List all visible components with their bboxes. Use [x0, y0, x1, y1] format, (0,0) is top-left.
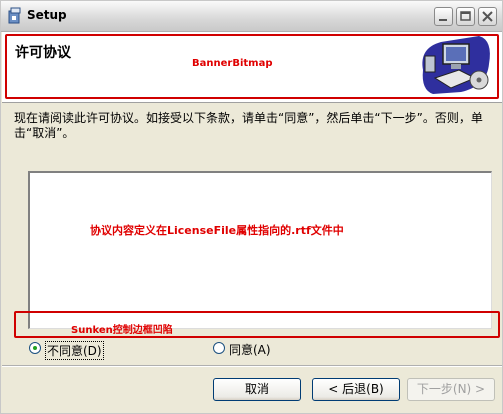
- close-button[interactable]: [478, 7, 497, 26]
- cancel-button[interactable]: 取消: [213, 378, 301, 401]
- window-title: Setup: [27, 8, 67, 22]
- disagree-label: 不同意(D): [45, 341, 104, 360]
- minimize-button[interactable]: [434, 7, 453, 26]
- installer-icon: [8, 7, 21, 24]
- minimize-icon: [439, 19, 447, 21]
- license-text-box[interactable]: 协议内容定义在LicenseFile属性指向的.rtf文件中: [28, 171, 492, 329]
- title-bar[interactable]: Setup: [1, 1, 502, 32]
- maximize-button[interactable]: [456, 7, 475, 26]
- back-button[interactable]: < 后退(B): [312, 378, 400, 401]
- radio-unselected-icon: [213, 342, 225, 354]
- close-icon: [482, 11, 493, 22]
- banner-highlight-box: [5, 34, 499, 99]
- agree-radio[interactable]: 同意(A): [213, 341, 283, 357]
- radio-selected-icon: [29, 342, 41, 354]
- agree-label: 同意(A): [229, 343, 271, 357]
- disagree-radio[interactable]: 不同意(D): [29, 341, 109, 360]
- maximize-icon: [460, 11, 471, 21]
- instruction-text: 现在请阅读此许可协议。如接受以下条款，请单击“同意”，然后单击“下一步”。否则，…: [14, 111, 483, 140]
- license-note: 协议内容定义在LicenseFile属性指向的.rtf文件中: [90, 224, 344, 237]
- sunken-border-note: Sunken控制边框凹陷: [71, 325, 173, 336]
- setup-window: Setup 许可协议 BannerBitmap 现在请阅读此许可协议。如接受以下…: [0, 0, 503, 414]
- next-button[interactable]: 下一步(N) >: [407, 378, 495, 401]
- footer-divider: [2, 365, 502, 367]
